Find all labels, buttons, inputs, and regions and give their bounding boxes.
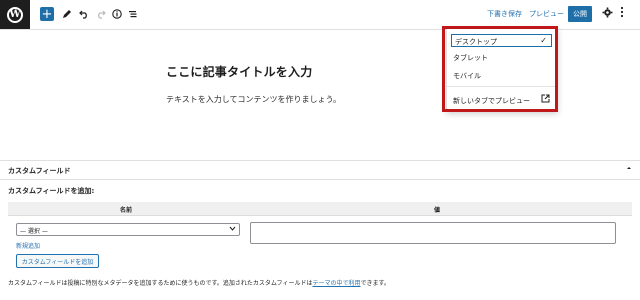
column-header-value: 値 [434,207,441,214]
theme-usage-link[interactable]: テーマの中で利用 [312,280,360,287]
chevron-down-icon [229,225,236,234]
info-icon[interactable] [111,7,123,21]
save-draft-button[interactable]: 下書き保存 [487,9,522,19]
chevron-up-icon[interactable] [626,165,632,173]
post-title-field[interactable]: ここに記事タイトルを入力 [166,63,312,80]
add-new-field-link[interactable]: 新規追加 [16,241,40,250]
post-content-field[interactable]: テキストを入力してコンテンツを作りましょう。 [166,94,341,105]
custom-field-table-header [8,202,632,216]
custom-fields-help-text: カスタムフィールドは投稿に特別なメタデータを追加するために使うものです。追加され… [8,278,390,287]
panel-border [0,160,640,161]
list-view-icon[interactable] [127,7,139,21]
highlight-box [442,26,558,112]
pen-icon[interactable] [61,7,73,21]
add-custom-field-button[interactable]: カスタムフィールドを追加 [16,254,99,268]
custom-field-value-textarea[interactable] [250,222,616,244]
gear-icon[interactable] [602,7,613,21]
more-options-icon[interactable] [620,6,624,21]
custom-field-name-select[interactable]: — 選択 — [16,223,240,236]
publish-button[interactable]: 公開 [568,6,592,22]
help-text-after: できます。 [360,280,390,287]
column-header-name: 名前 [120,207,133,214]
undo-icon[interactable] [78,7,90,21]
wordpress-logo-icon: W [7,6,23,23]
add-custom-field-heading: カスタムフィールドを追加: [8,187,95,195]
help-text-before: カスタムフィールドは投稿に特別なメタデータを追加するために使うものです。追加され… [8,280,313,287]
preview-button[interactable]: プレビュー [529,9,564,19]
select-value: — 選択 — [20,228,48,235]
add-block-button[interactable]: + [40,7,54,21]
wordpress-logo-button[interactable]: W [0,0,30,29]
custom-fields-panel-title[interactable]: カスタムフィールド [8,166,70,176]
panel-divider [0,179,640,180]
redo-icon[interactable] [95,7,107,21]
